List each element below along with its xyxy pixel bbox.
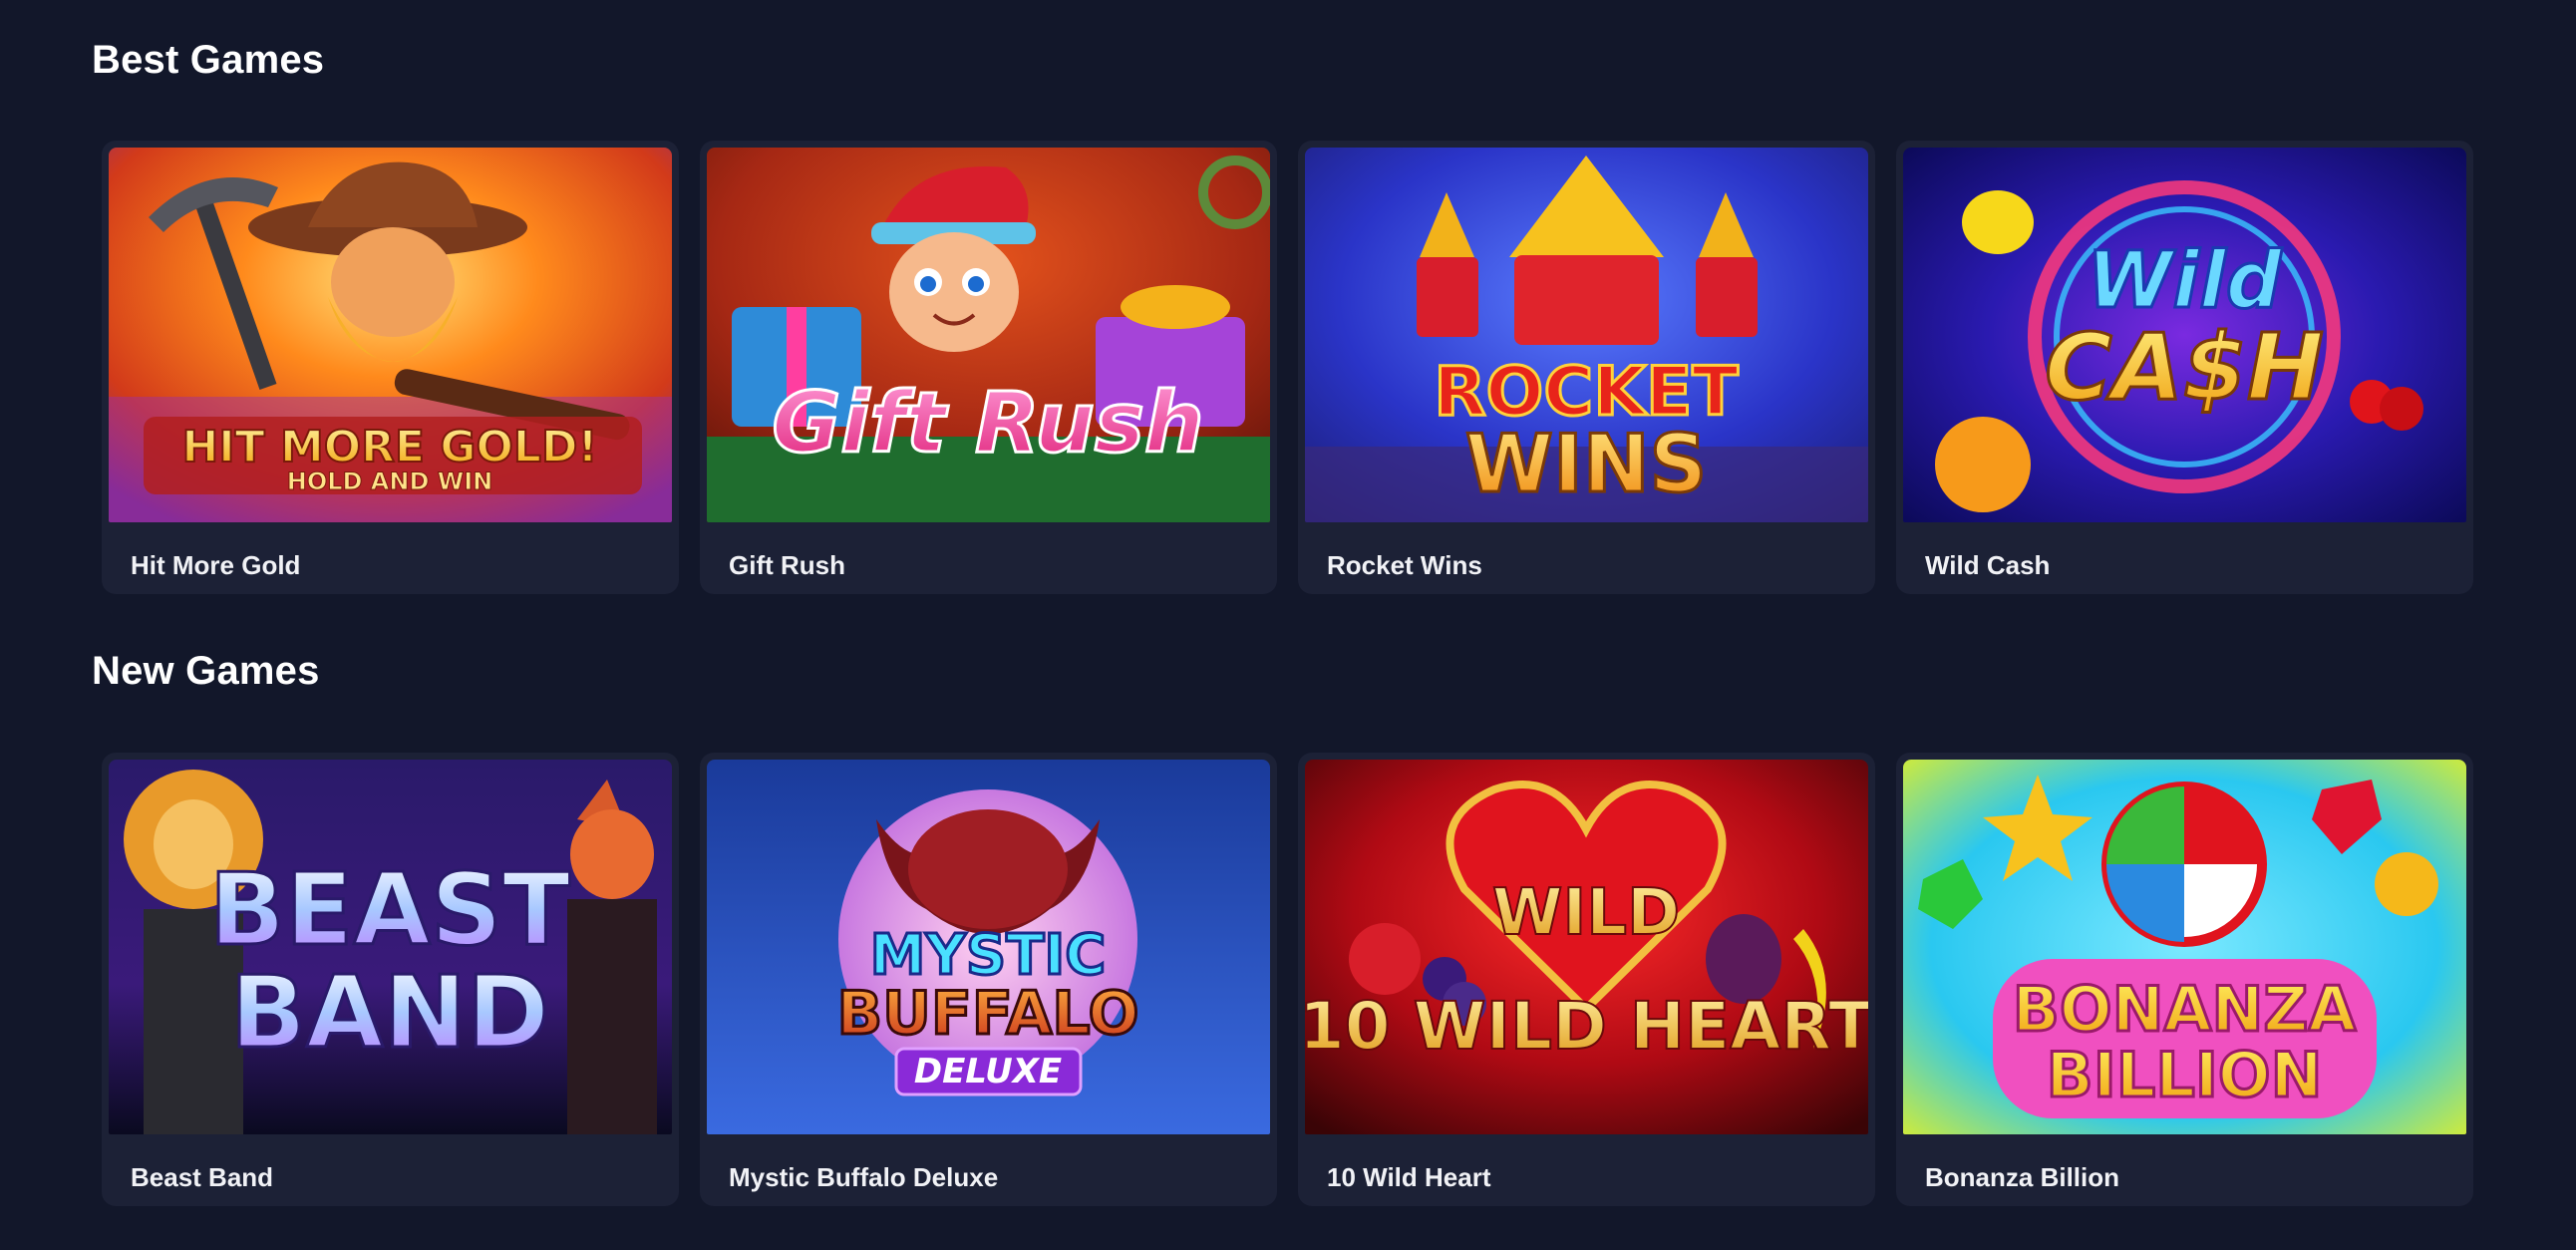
games-page: Best Games HIT MORE GOLD! HOLD AND WIN H… (0, 0, 2576, 1250)
game-card-beast-band[interactable]: BEAST BAND Beast Band (102, 753, 679, 1206)
game-title[interactable]: Wild Cash (1903, 522, 2466, 581)
game-title[interactable]: Rocket Wins (1305, 522, 1868, 581)
hit-more-gold-artwork: HIT MORE GOLD! HOLD AND WIN (109, 148, 672, 522)
game-thumbnail[interactable]: ROCKET WINS (1305, 148, 1868, 522)
logo-title: Wild (2087, 236, 2283, 326)
game-card-gift-rush[interactable]: Gift Rush Gift Rush (700, 141, 1277, 594)
beast-band-artwork: BEAST BAND (109, 760, 672, 1134)
game-card-10-wild-heart[interactable]: WILD 10 WILD HEART 10 Wild Heart (1298, 753, 1875, 1206)
logo-title: WILD (1492, 876, 1680, 950)
logo-subtitle: BILLION (2046, 1039, 2322, 1111)
logo-subtitle: 10 WILD HEART (1305, 988, 1868, 1065)
game-thumbnail[interactable]: HIT MORE GOLD! HOLD AND WIN (109, 148, 672, 522)
game-thumbnail[interactable]: BEAST BAND (109, 760, 672, 1134)
game-thumbnail[interactable]: BONANZA BILLION (1903, 760, 2466, 1134)
logo-subtitle: BUFFALO (836, 979, 1138, 1049)
logo-title: BONANZA (2013, 973, 2357, 1046)
game-card-rocket-wins[interactable]: ROCKET WINS Rocket Wins (1298, 141, 1875, 594)
logo-title: Gift Rush (772, 374, 1203, 471)
game-title[interactable]: Bonanza Billion (1903, 1134, 2466, 1193)
10-wild-heart-artwork: WILD 10 WILD HEART (1305, 760, 1868, 1134)
section-title-new-games: New Games (92, 649, 320, 693)
mystic-buffalo-deluxe-artwork: MYSTIC BUFFALO DELUXE (707, 760, 1270, 1134)
rocket-wins-artwork: ROCKET WINS (1305, 148, 1868, 522)
game-thumbnail[interactable]: Wild CA$H (1903, 148, 2466, 522)
logo-subtitle: CA$H (2045, 314, 2324, 421)
game-title[interactable]: Gift Rush (707, 522, 1270, 581)
game-card-mystic-buffalo-deluxe[interactable]: MYSTIC BUFFALO DELUXE Mystic Buffalo Del… (700, 753, 1277, 1206)
best-games-grid: HIT MORE GOLD! HOLD AND WIN Hit More Gol… (102, 141, 2473, 594)
gift-rush-artwork: Gift Rush (707, 148, 1270, 522)
section-title-best-games: Best Games (92, 38, 325, 82)
game-thumbnail[interactable]: WILD 10 WILD HEART (1305, 760, 1868, 1134)
game-title[interactable]: 10 Wild Heart (1305, 1134, 1868, 1193)
game-card-bonanza-billion[interactable]: BONANZA BILLION Bonanza Billion (1896, 753, 2473, 1206)
game-title[interactable]: Beast Band (109, 1134, 672, 1193)
game-title[interactable]: Mystic Buffalo Deluxe (707, 1134, 1270, 1193)
bonanza-billion-artwork: BONANZA BILLION (1903, 760, 2466, 1134)
logo-subtitle: HOLD AND WIN (287, 468, 492, 495)
logo-title: BEAST (209, 851, 570, 968)
new-games-grid: BEAST BAND Beast Band MYSTIC BUFFALO DEL… (102, 753, 2473, 1206)
logo-subtitle: BAND (230, 954, 549, 1071)
logo-title: HIT MORE GOLD! (181, 422, 597, 472)
game-title[interactable]: Hit More Gold (109, 522, 672, 581)
game-card-wild-cash[interactable]: Wild CA$H Wild Cash (1896, 141, 2473, 594)
game-thumbnail[interactable]: Gift Rush (707, 148, 1270, 522)
logo-subtitle: WINS (1465, 418, 1708, 510)
game-thumbnail[interactable]: MYSTIC BUFFALO DELUXE (707, 760, 1270, 1134)
wild-cash-artwork: Wild CA$H (1903, 148, 2466, 522)
logo-edition: DELUXE (914, 1052, 1062, 1092)
game-card-hit-more-gold[interactable]: HIT MORE GOLD! HOLD AND WIN Hit More Gol… (102, 141, 679, 594)
